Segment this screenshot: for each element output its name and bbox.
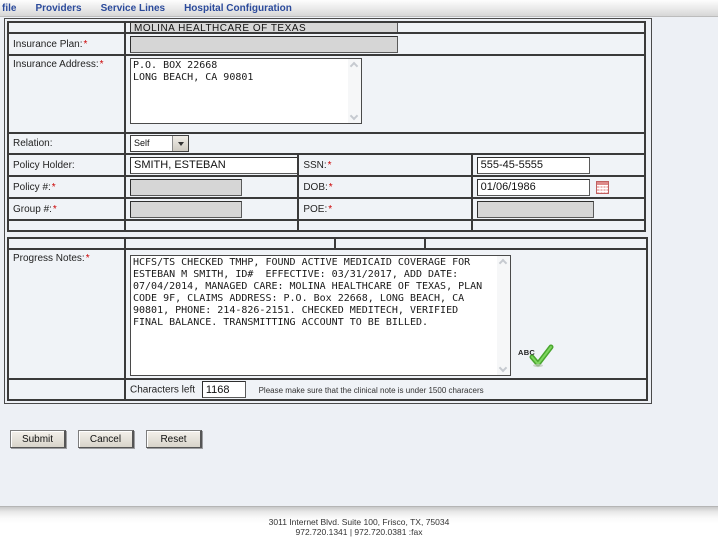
insurance-form-panel: Insurance Plan:* Insurance Address:* P.O… — [4, 18, 652, 404]
footer-address: 3011 Internet Blvd. Suite 100, Frisco, T… — [0, 517, 718, 527]
group-number-field[interactable] — [130, 201, 242, 218]
spellcheck-icon[interactable]: ABC — [518, 344, 560, 374]
policy-holder-cell — [125, 154, 298, 176]
relation-label: Relation: — [8, 133, 125, 154]
empty-cell — [8, 238, 125, 249]
dob-field[interactable] — [477, 179, 590, 196]
progress-notes-textarea[interactable]: HCFS/TS CHECKED TMHP, FOUND ACTIVE MEDIC… — [131, 256, 497, 375]
insurance-plan-label: Insurance Plan:* — [8, 33, 125, 55]
empty-cell — [125, 238, 335, 249]
insurance-company-field[interactable] — [130, 23, 398, 33]
poe-cell — [472, 198, 645, 220]
group-number-label: Group #:* — [8, 198, 125, 220]
clipped-label-cell — [8, 22, 125, 33]
ssn-label: SSN:* — [298, 154, 471, 176]
scroll-down-icon[interactable] — [499, 363, 507, 371]
table-row-empty — [8, 220, 645, 231]
insurance-address-textarea[interactable]: P.O. BOX 22668 LONG BEACH, CA 90801 — [131, 59, 348, 123]
scroll-up-icon[interactable] — [499, 258, 507, 266]
form-action-buttons: Submit Cancel Reset — [10, 430, 202, 448]
submit-button[interactable]: Submit — [10, 430, 66, 448]
policy-number-cell — [125, 176, 298, 198]
poe-field[interactable] — [477, 201, 594, 218]
empty-cell — [8, 220, 125, 231]
insurance-plan-cell — [125, 33, 645, 55]
insurance-form-table-top: Insurance Plan:* Insurance Address:* P.O… — [7, 21, 646, 232]
policy-number-field[interactable] — [130, 179, 242, 196]
relation-select[interactable]: Self — [130, 135, 189, 152]
nav-item-hospital-configuration[interactable]: Hospital Configuration — [184, 3, 292, 14]
policy-number-label: Policy #:* — [8, 176, 125, 198]
clipped-value-cell — [125, 22, 645, 33]
nav-item-providers[interactable]: Providers — [35, 3, 81, 14]
progress-notes-textarea-frame: HCFS/TS CHECKED TMHP, FOUND ACTIVE MEDIC… — [130, 255, 511, 376]
insurance-plan-field[interactable] — [130, 36, 398, 53]
table-row-relation: Relation: Self — [8, 133, 645, 154]
scroll-down-icon[interactable] — [350, 112, 358, 120]
table-row-policy-holder: Policy Holder: SSN:* — [8, 154, 645, 176]
policy-holder-field[interactable] — [130, 157, 298, 174]
empty-cell — [425, 238, 647, 249]
progress-notes-scrollbar[interactable] — [497, 256, 510, 375]
insurance-address-textarea-frame: P.O. BOX 22668 LONG BEACH, CA 90801 — [130, 58, 362, 124]
table-row-characters-left: Characters left Please make sure that th… — [8, 379, 647, 400]
dob-cell — [472, 176, 645, 198]
insurance-address-label: Insurance Address:* — [8, 55, 125, 133]
empty-cell — [298, 220, 471, 231]
empty-cell — [8, 379, 125, 400]
insurance-address-scrollbar[interactable] — [348, 59, 361, 123]
footer-phone: 972.720.1341 | 972.720.0381 :fax — [0, 527, 718, 537]
characters-left-count[interactable] — [202, 381, 246, 398]
nav-item-file[interactable]: file — [2, 3, 16, 14]
table-row-insurance-address: Insurance Address:* P.O. BOX 22668 LONG … — [8, 55, 645, 133]
insurance-form-table-bottom: Progress Notes:* HCFS/TS CHECKED TMHP, F… — [7, 237, 648, 401]
dob-label: DOB:* — [298, 176, 471, 198]
progress-notes-label: Progress Notes:* — [8, 249, 125, 379]
table-row-insurance-plan: Insurance Plan:* — [8, 33, 645, 55]
table-row-empty — [8, 238, 647, 249]
characters-left-label: Characters left — [130, 385, 195, 396]
page-footer: 3011 Internet Blvd. Suite 100, Frisco, T… — [0, 506, 718, 540]
scroll-up-icon[interactable] — [350, 62, 358, 70]
relation-dropdown-button[interactable] — [172, 136, 188, 151]
nav-item-service-lines[interactable]: Service Lines — [101, 3, 165, 14]
ssn-cell — [472, 154, 645, 176]
relation-cell: Self — [125, 133, 645, 154]
calendar-icon[interactable] — [596, 181, 609, 194]
table-row-group-number: Group #:* POE:* — [8, 198, 645, 220]
ssn-field[interactable] — [477, 157, 590, 174]
green-check-icon — [528, 344, 554, 368]
characters-left-cell: Characters left Please make sure that th… — [125, 379, 647, 400]
insurance-address-cell: P.O. BOX 22668 LONG BEACH, CA 90801 — [125, 55, 645, 133]
table-row-progress-notes: Progress Notes:* HCFS/TS CHECKED TMHP, F… — [8, 249, 647, 379]
relation-selected-value: Self — [131, 136, 172, 151]
table-row-clipped — [8, 22, 645, 33]
empty-cell — [335, 238, 425, 249]
policy-holder-label: Policy Holder: — [8, 154, 125, 176]
chevron-down-icon — [178, 142, 184, 146]
empty-cell — [125, 220, 298, 231]
reset-button[interactable]: Reset — [146, 430, 202, 448]
top-nav-bar: file Providers Service Lines Hospital Co… — [0, 0, 718, 17]
characters-left-note: Please make sure that the clinical note … — [259, 386, 484, 395]
group-number-cell — [125, 198, 298, 220]
progress-notes-cell: HCFS/TS CHECKED TMHP, FOUND ACTIVE MEDIC… — [125, 249, 647, 379]
poe-label: POE:* — [298, 198, 471, 220]
cancel-button[interactable]: Cancel — [78, 430, 134, 448]
table-row-policy-number: Policy #:* DOB:* — [8, 176, 645, 198]
empty-cell — [472, 220, 645, 231]
